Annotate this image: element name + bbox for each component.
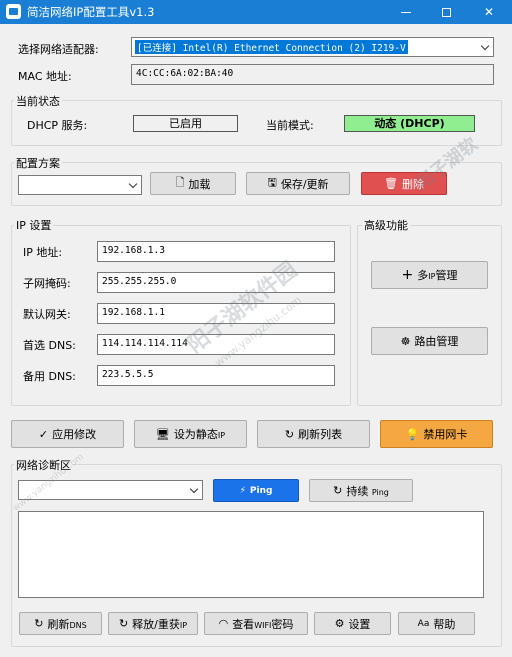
lightning-icon: ⚡: [239, 485, 246, 496]
save-profile-label: 保存/更新: [280, 177, 329, 191]
primary-dns-field[interactable]: 114.114.114.114: [97, 334, 335, 355]
pin-icon: 🖥: [155, 427, 170, 441]
multi-ip-button[interactable]: + 多IP管理: [371, 261, 488, 289]
flush-dns-label: 刷新DNS: [47, 617, 87, 631]
chevron-down-icon: [129, 181, 137, 189]
trash-icon: 🗑: [384, 177, 398, 190]
mode-label: 当前模式:: [266, 119, 314, 132]
multi-ip-label: 多IP管理: [417, 269, 458, 282]
dhcp-status-badge: 已启用: [133, 115, 238, 132]
flush-dns-button[interactable]: ↻ 刷新DNS: [19, 612, 102, 635]
refresh-list-button[interactable]: ↻ 刷新列表: [257, 420, 370, 448]
gateway-label: 默认网关:: [23, 308, 71, 321]
minimize-icon: [401, 12, 411, 13]
refresh-icon: ↻: [333, 484, 343, 497]
close-button[interactable]: ✕: [466, 0, 512, 24]
minimize-button[interactable]: [386, 0, 426, 24]
primary-dns-label: 首选 DNS:: [23, 339, 76, 352]
app-icon: [6, 4, 21, 19]
save-profile-button[interactable]: 🖫 保存/更新: [246, 172, 350, 195]
mac-field: 4C:CC:6A:02:BA:40: [131, 64, 494, 85]
profile-select[interactable]: [18, 175, 142, 195]
title-bar[interactable]: 简洁网络IP配置工具v1.3 ✕: [0, 0, 512, 24]
refresh-icon: ↻: [284, 427, 295, 441]
route-management-label: 路由管理: [414, 335, 459, 348]
window-title: 简洁网络IP配置工具v1.3: [27, 5, 155, 19]
set-static-ip-label: 设为静态IP: [173, 428, 226, 441]
check-icon: ✓: [38, 427, 49, 441]
ip-settings-group-title: IP 设置: [14, 217, 54, 233]
refresh-list-label: 刷新列表: [298, 428, 343, 441]
ping-button[interactable]: ⚡ Ping: [213, 479, 299, 502]
secondary-dns-field[interactable]: 223.5.5.5: [97, 365, 335, 386]
router-icon: ☸: [400, 334, 411, 348]
help-button[interactable]: Aa 帮助: [398, 612, 475, 635]
load-profile-button[interactable]: 🗋 加载: [150, 172, 236, 195]
view-wifi-password-label: 查看WIFI密码: [232, 617, 294, 631]
release-renew-button[interactable]: ↻ 释放/重获IP: [108, 612, 198, 635]
release-renew-label: 释放/重获IP: [132, 617, 188, 631]
apply-label: 应用修改: [52, 428, 97, 441]
advanced-group-title: 高级功能: [362, 217, 410, 233]
ping-label: Ping: [249, 485, 273, 496]
save-icon: 🖫: [267, 176, 277, 189]
help-label: 帮助: [433, 617, 456, 631]
refresh-icon: ↻: [34, 617, 44, 630]
font-icon: Aa: [417, 618, 430, 629]
subnet-mask-label: 子网掩码:: [23, 277, 71, 290]
adapter-select[interactable]: [已连接] Intel(R) Ethernet Connection (2) I…: [131, 37, 494, 57]
file-icon: 🗋: [175, 176, 185, 189]
settings-label: 设置: [348, 617, 371, 631]
mac-label: MAC 地址:: [18, 70, 72, 83]
chevron-down-icon: [481, 43, 489, 51]
settings-button[interactable]: ⚙ 设置: [314, 612, 391, 635]
view-wifi-password-button[interactable]: ◠ 查看WIFI密码: [204, 612, 308, 635]
profiles-group-title: 配置方案: [14, 155, 62, 171]
status-group-title: 当前状态: [14, 93, 62, 109]
delete-profile-label: 删除: [401, 177, 424, 191]
delete-profile-button[interactable]: 🗑 删除: [361, 172, 447, 195]
subnet-mask-field[interactable]: 255.255.255.0: [97, 272, 335, 293]
ip-address-field[interactable]: 192.168.1.3: [97, 241, 335, 262]
gateway-field[interactable]: 192.168.1.1: [97, 303, 335, 324]
diagnostics-output[interactable]: [18, 511, 484, 598]
maximize-icon: [441, 8, 451, 17]
route-management-button[interactable]: ☸ 路由管理: [371, 327, 488, 355]
advanced-group: [357, 225, 502, 406]
ping-target-select[interactable]: [18, 480, 203, 500]
disable-adapter-button[interactable]: 💡 禁用网卡: [380, 420, 493, 448]
close-icon: ✕: [483, 5, 495, 19]
lightbulb-icon: 💡: [405, 427, 420, 441]
set-static-ip-button[interactable]: 🖥 设为静态IP: [134, 420, 247, 448]
secondary-dns-label: 备用 DNS:: [23, 370, 76, 383]
plus-icon: +: [401, 267, 414, 283]
wifi-icon: ◠: [218, 617, 229, 630]
continuous-ping-button[interactable]: ↻ 持续 Ping: [309, 479, 413, 502]
diagnostics-group-title: 网络诊断区: [14, 457, 73, 473]
gear-icon: ⚙: [334, 617, 345, 630]
dhcp-label: DHCP 服务:: [27, 119, 88, 132]
chevron-down-icon: [190, 486, 198, 494]
disable-adapter-label: 禁用网卡: [423, 428, 468, 441]
continuous-ping-label: 持续 Ping: [346, 484, 389, 498]
maximize-button[interactable]: [426, 0, 466, 24]
mode-status-badge: 动态 (DHCP): [344, 115, 475, 132]
refresh-icon: ↻: [118, 617, 129, 630]
ip-address-label: IP 地址:: [23, 246, 63, 259]
apply-button[interactable]: ✓ 应用修改: [11, 420, 124, 448]
adapter-selected-value: [已连接] Intel(R) Ethernet Connection (2) I…: [135, 40, 408, 54]
load-profile-label: 加载: [188, 177, 211, 191]
adapter-label: 选择网络适配器:: [18, 43, 99, 56]
